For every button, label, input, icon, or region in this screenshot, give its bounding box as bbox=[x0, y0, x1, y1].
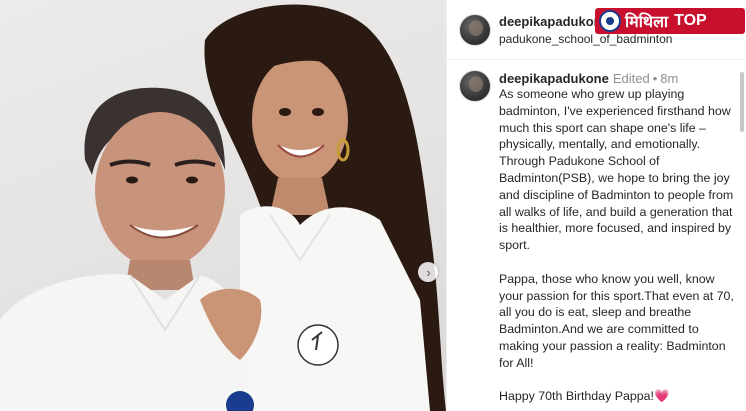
scrollbar-thumb[interactable] bbox=[740, 72, 744, 132]
heart-icon: 💗 bbox=[654, 389, 670, 404]
edited-label: Edited bbox=[612, 71, 650, 86]
caption-paragraph: Happy 70th Birthday Pappa! bbox=[499, 389, 654, 404]
post-time[interactable]: 8m bbox=[660, 71, 678, 86]
tagged-account[interactable]: padukone_school_of_badminton bbox=[499, 32, 672, 46]
badge-label: TOP bbox=[674, 12, 707, 29]
avatar[interactable] bbox=[459, 14, 491, 46]
header-username[interactable]: deepikapadukone bbox=[499, 14, 609, 29]
caption-paragraph: Pappa, those who know you well, know you… bbox=[499, 271, 734, 370]
scrollbar[interactable] bbox=[740, 62, 744, 411]
post-side-panel: deepikapadukone padukone_school_of_badmi… bbox=[446, 0, 746, 411]
channel-badge: मिथिला TOP bbox=[595, 8, 745, 34]
caption-text: As someone who grew up playing badminton… bbox=[499, 86, 739, 405]
post-header: deepikapadukone padukone_school_of_badmi… bbox=[447, 0, 746, 60]
caption-paragraph: As someone who grew up playing badminton… bbox=[499, 87, 734, 253]
emblem-icon bbox=[599, 10, 621, 32]
caption-username[interactable]: deepikapadukone bbox=[499, 71, 609, 86]
badge-script: मिथिला bbox=[625, 12, 669, 31]
photo-illustration bbox=[0, 4, 446, 411]
next-photo-button[interactable]: › bbox=[418, 262, 438, 282]
caption-meta: deepikapadukone Edited • 8m bbox=[499, 71, 678, 86]
separator: • bbox=[652, 71, 658, 86]
avatar[interactable] bbox=[459, 70, 491, 102]
post-photo[interactable]: › bbox=[0, 0, 446, 411]
chevron-right-icon: › bbox=[426, 264, 431, 280]
